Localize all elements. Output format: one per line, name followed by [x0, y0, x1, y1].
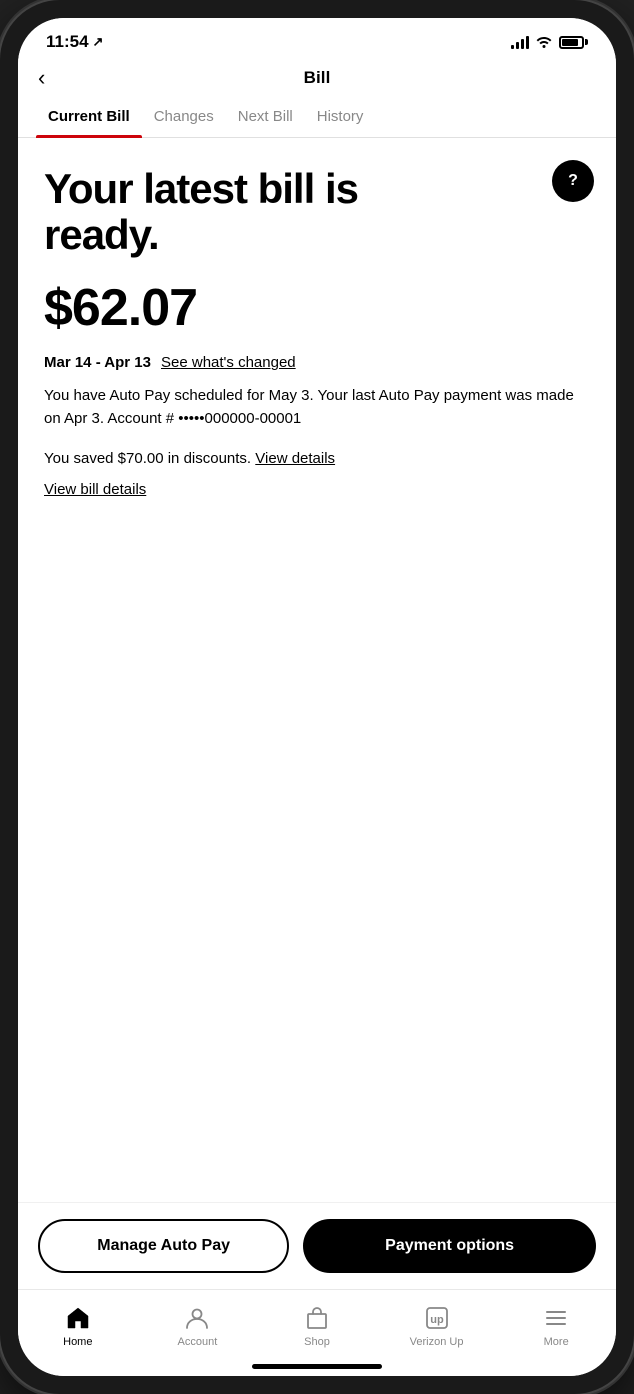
- home-icon: [64, 1304, 92, 1332]
- tab-current-bill[interactable]: Current Bill: [36, 98, 142, 137]
- home-indicator-bar: [252, 1364, 382, 1369]
- see-changes-link[interactable]: See what's changed: [161, 354, 296, 371]
- payment-options-button[interactable]: Payment options: [303, 1219, 596, 1273]
- manage-auto-pay-button[interactable]: Manage Auto Pay: [38, 1219, 289, 1273]
- time-display: 11:54: [46, 32, 89, 52]
- nav-label-home: Home: [63, 1336, 92, 1348]
- home-indicator: [18, 1356, 616, 1376]
- tab-history[interactable]: History: [305, 98, 376, 137]
- bill-period: Mar 14 - Apr 13 See what's changed: [44, 354, 590, 371]
- nav-item-verizon-up[interactable]: up Verizon Up: [377, 1300, 497, 1352]
- bottom-action-buttons: Manage Auto Pay Payment options: [18, 1202, 616, 1289]
- question-mark-icon: ?: [568, 173, 578, 189]
- nav-item-account[interactable]: Account: [138, 1300, 258, 1352]
- back-button[interactable]: ‹: [38, 67, 45, 89]
- nav-label-verizon-up: Verizon Up: [410, 1336, 464, 1348]
- page-title: Bill: [304, 68, 331, 88]
- signal-bars-icon: [511, 35, 530, 49]
- tab-next-bill[interactable]: Next Bill: [226, 98, 305, 137]
- more-icon: [542, 1304, 570, 1332]
- shop-icon: [303, 1304, 331, 1332]
- bill-date-range: Mar 14 - Apr 13: [44, 354, 151, 371]
- bill-headline: Your latest bill is ready.: [44, 166, 364, 258]
- main-content: ? Your latest bill is ready. $62.07 Mar …: [18, 138, 616, 1202]
- nav-item-shop[interactable]: Shop: [257, 1300, 377, 1352]
- nav-item-home[interactable]: Home: [18, 1300, 138, 1352]
- tabs-bar: Current Bill Changes Next Bill History: [18, 98, 616, 138]
- verizon-up-icon: up: [423, 1304, 451, 1332]
- bottom-nav: Home Account: [18, 1289, 616, 1356]
- nav-label-shop: Shop: [304, 1336, 330, 1348]
- location-icon: ↗: [93, 34, 104, 50]
- svg-text:up: up: [430, 1314, 444, 1326]
- autopay-text: You have Auto Pay scheduled for May 3. Y…: [44, 385, 590, 430]
- account-icon: [183, 1304, 211, 1332]
- nav-label-more: More: [544, 1336, 569, 1348]
- phone-frame: 11:54 ↗: [0, 0, 634, 1394]
- status-bar: 11:54 ↗: [18, 18, 616, 60]
- status-icons: [511, 34, 589, 51]
- bill-amount: $62.07: [44, 278, 590, 338]
- view-bill-link[interactable]: View bill details: [44, 481, 146, 498]
- tab-changes[interactable]: Changes: [142, 98, 226, 137]
- help-button[interactable]: ?: [552, 160, 594, 202]
- nav-item-more[interactable]: More: [496, 1300, 616, 1352]
- status-time: 11:54 ↗: [46, 32, 103, 52]
- battery-icon: [559, 36, 588, 49]
- phone-screen: 11:54 ↗: [18, 18, 616, 1376]
- header: ‹ Bill: [18, 60, 616, 98]
- nav-label-account: Account: [178, 1336, 218, 1348]
- view-details-link[interactable]: View details: [255, 450, 335, 467]
- discounts-text: You saved $70.00 in discounts. View deta…: [44, 450, 590, 467]
- wifi-icon: [535, 34, 553, 51]
